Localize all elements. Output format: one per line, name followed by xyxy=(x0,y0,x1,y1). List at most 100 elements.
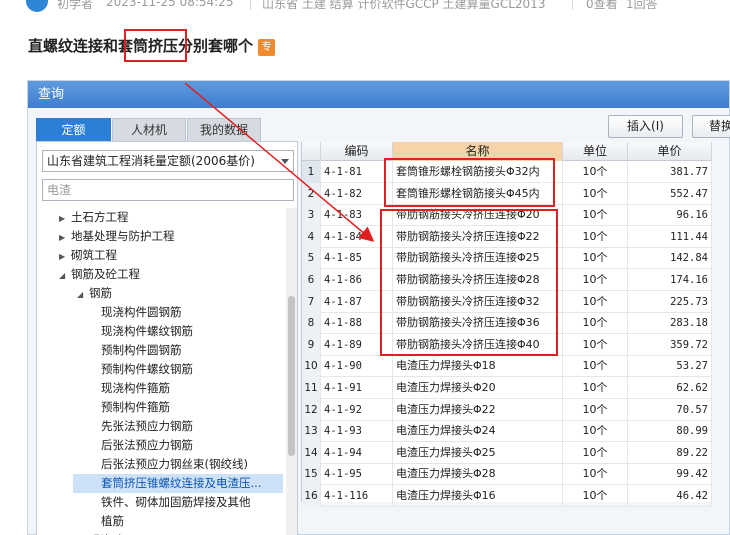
cell-code: 4-1-88 xyxy=(321,312,393,335)
cell-name: 电渣压力焊接头Φ24 xyxy=(393,420,563,443)
cell-price: 174.16 xyxy=(628,269,712,291)
cell-price: 89.22 xyxy=(628,441,712,464)
tree-node[interactable]: ◢ 钢筋及砼工程 xyxy=(59,265,140,284)
cell-unit: 10个 xyxy=(563,485,628,507)
tree-node[interactable]: ◢ 钢筋 xyxy=(77,284,112,303)
tree-node-label: 土石方工程 xyxy=(71,210,129,224)
column-header-name[interactable]: 名称 xyxy=(393,142,563,161)
cell-price: 96.16 xyxy=(628,204,712,227)
table-row[interactable]: 9 4-1-89 带肋钢筋接头冷挤压连接Φ40 10个 359.72 xyxy=(302,333,712,356)
expand-arrow-icon[interactable]: ▶ xyxy=(59,228,71,247)
tree-node-label: 现浇构件螺纹钢筋 xyxy=(101,324,193,338)
tree-node[interactable]: 现浇构件箍筋 xyxy=(101,379,170,398)
tree-node[interactable]: 先张法预应力钢筋 xyxy=(101,417,193,436)
author-name[interactable]: 初学者 xyxy=(57,0,93,12)
table-row[interactable]: 8 4-1-88 带肋钢筋接头冷挤压连接Φ36 10个 283.18 xyxy=(302,312,712,335)
cell-code: 4-1-84 xyxy=(321,225,393,248)
tree-node[interactable]: 现浇构件圆钢筋 xyxy=(101,303,182,322)
cell-code: 4-1-93 xyxy=(321,420,393,443)
scrollbar-thumb[interactable] xyxy=(288,296,295,456)
view-count: 0查看 xyxy=(586,0,618,11)
expand-arrow-icon[interactable]: ▶ xyxy=(59,247,71,266)
tree-node-label: 地基处理与防护工程 xyxy=(71,229,175,243)
quota-library-select[interactable]: 山东省建筑工程消耗量定额(2006基价) xyxy=(42,150,294,172)
post-datetime: 2023-11-25 08:54:25 xyxy=(106,0,234,9)
collapse-arrow-icon[interactable]: ◢ xyxy=(59,266,71,285)
post-tags[interactable]: 山东省 土建 结算 计价软件GCCP 土建算量GCL2013 xyxy=(262,0,545,12)
table-row[interactable]: 15 4-1-95 电渣压力焊接头Φ28 10个 99.42 xyxy=(302,463,712,486)
quota-grid: 编码 名称 单位 单价 1 4-1-81 套筒锥形螺栓钢筋接头Φ32内 10个 381.… xyxy=(301,142,712,507)
cell-code: 4-1-85 xyxy=(321,247,393,270)
tree-scrollbar[interactable] xyxy=(286,208,297,535)
tree-node[interactable]: 后张法预应力钢丝束(钢绞线) xyxy=(101,455,248,474)
cell-name: 电渣压力焊接头Φ18 xyxy=(393,355,563,378)
tree-node[interactable]: ▶ 土石方工程 xyxy=(59,208,129,227)
replace-button[interactable]: 替换 xyxy=(692,115,730,138)
table-row[interactable]: 6 4-1-86 带肋钢筋接头冷挤压连接Φ28 10个 174.16 xyxy=(302,269,712,291)
tree-node-label: 预制构件螺纹钢筋 xyxy=(101,362,193,376)
collapse-arrow-icon[interactable]: ◢ xyxy=(77,285,89,304)
tab-my-data[interactable]: 我的数据 xyxy=(187,118,261,141)
table-row[interactable]: 7 4-1-87 带肋钢筋接头冷挤压连接Φ32 10个 225.73 xyxy=(302,290,712,313)
tree-node[interactable]: 预制构件圆钢筋 xyxy=(101,341,182,360)
table-row[interactable]: 4 4-1-84 带肋钢筋接头冷挤压连接Φ22 10个 111.44 xyxy=(302,225,712,248)
quota-library-value: 山东省建筑工程消耗量定额(2006基价) xyxy=(47,154,255,168)
search-input[interactable]: 电渣 xyxy=(42,179,294,201)
insert-button[interactable]: 插入(I) xyxy=(608,115,683,138)
cell-unit: 10个 xyxy=(563,333,628,356)
cell-unit: 10个 xyxy=(563,312,628,335)
tree-node[interactable]: 植筋 xyxy=(101,512,124,531)
row-number: 16 xyxy=(302,485,321,507)
table-row[interactable]: 12 4-1-92 电渣压力焊接头Φ22 10个 70.57 xyxy=(302,398,712,421)
tree-node-label: 铁件、砌体加固筋焊接及其他 xyxy=(101,495,251,509)
cell-price: 111.44 xyxy=(628,225,712,248)
cell-name: 电渣压力焊接头Φ16 xyxy=(393,485,563,507)
tab-labor-material[interactable]: 人材机 xyxy=(112,118,186,141)
tree-node[interactable]: 套筒挤压锥螺纹连接及电渣压... xyxy=(73,474,283,493)
cell-price: 53.27 xyxy=(628,355,712,378)
tree-node[interactable]: ▶ 地基处理与防护工程 xyxy=(59,227,175,246)
tree-node[interactable]: 预制构件箍筋 xyxy=(101,398,170,417)
tree-node[interactable]: 铁件、砌体加固筋焊接及其他 xyxy=(101,493,251,512)
table-row[interactable]: 16 4-1-116 电渣压力焊接头Φ16 10个 46.42 xyxy=(302,485,712,507)
table-row[interactable]: 13 4-1-93 电渣压力焊接头Φ24 10个 80.99 xyxy=(302,420,712,443)
column-header-code[interactable]: 编码 xyxy=(321,142,393,161)
cell-unit: 10个 xyxy=(563,204,628,227)
window-title: 查询 xyxy=(28,81,729,108)
cell-price: 80.99 xyxy=(628,420,712,443)
cell-unit: 10个 xyxy=(563,441,628,464)
cell-unit: 10个 xyxy=(563,247,628,270)
author-avatar[interactable] xyxy=(26,0,48,12)
column-header-price[interactable]: 单价 xyxy=(628,142,712,161)
tree-node-label: 植筋 xyxy=(101,514,124,528)
column-header-unit[interactable]: 单位 xyxy=(563,142,628,161)
row-number: 11 xyxy=(302,377,321,399)
tree-node[interactable]: ▶ 砌筑工程 xyxy=(59,246,117,265)
cell-code: 4-1-82 xyxy=(321,182,393,205)
row-number: 12 xyxy=(302,398,321,421)
table-row[interactable]: 1 4-1-81 套筒锥形螺栓钢筋接头Φ32内 10个 381.77 xyxy=(302,161,712,183)
tree-node-label: 现浇构件箍筋 xyxy=(101,381,170,395)
title-part-2: 分别套哪个 xyxy=(178,37,254,55)
grid-header: 编码 名称 单位 单价 xyxy=(302,142,712,161)
table-row[interactable]: 2 4-1-82 套筒锥形螺栓钢筋接头Φ45内 10个 552.47 xyxy=(302,182,712,205)
table-row[interactable]: 5 4-1-85 带肋钢筋接头冷挤压连接Φ25 10个 142.84 xyxy=(302,247,712,270)
cell-name: 套筒锥形螺栓钢筋接头Φ32内 xyxy=(393,161,563,183)
cell-unit: 10个 xyxy=(563,269,628,291)
tree-node[interactable]: 后张法预应力钢筋 xyxy=(101,436,193,455)
tree-node[interactable]: 预制构件螺纹钢筋 xyxy=(101,360,193,379)
cell-name: 带肋钢筋接头冷挤压连接Φ40 xyxy=(393,333,563,356)
cell-code: 4-1-91 xyxy=(321,377,393,399)
table-row[interactable]: 10 4-1-90 电渣压力焊接头Φ18 10个 53.27 xyxy=(302,355,712,378)
cell-code: 4-1-116 xyxy=(321,485,393,507)
tree-node[interactable]: ▶现浇砼 xyxy=(77,531,124,535)
row-number: 8 xyxy=(302,312,321,335)
table-row[interactable]: 11 4-1-91 电渣压力焊接头Φ20 10个 62.62 xyxy=(302,377,712,399)
expand-arrow-icon[interactable]: ▶ xyxy=(59,209,71,228)
meta-divider xyxy=(250,0,251,10)
tab-quota[interactable]: 定额 xyxy=(36,118,111,141)
cell-code: 4-1-94 xyxy=(321,441,393,464)
tree-node[interactable]: 现浇构件螺纹钢筋 xyxy=(101,322,193,341)
table-row[interactable]: 14 4-1-94 电渣压力焊接头Φ25 10个 89.22 xyxy=(302,441,712,464)
table-row[interactable]: 3 4-1-83 带肋钢筋接头冷挤压连接Φ20 10个 96.16 xyxy=(302,204,712,227)
